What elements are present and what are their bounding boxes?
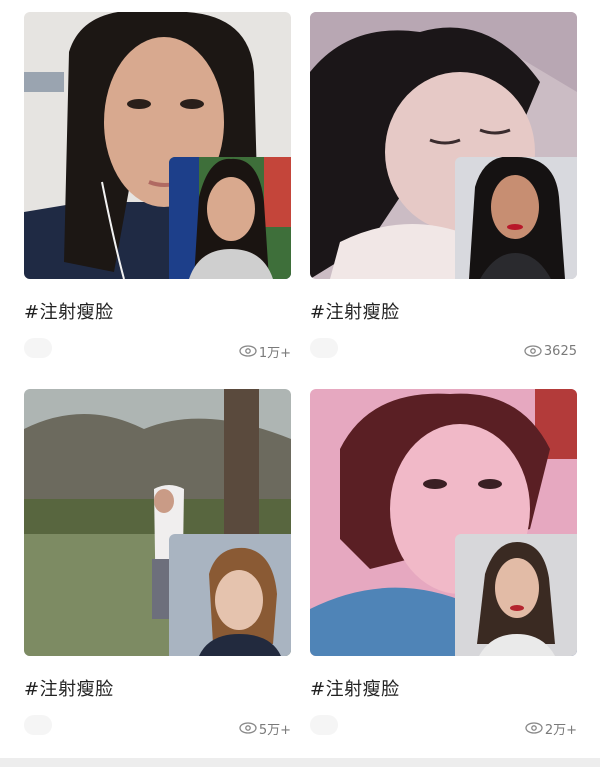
post-cover-photo[interactable]: [310, 389, 577, 656]
view-count: 1万+: [239, 342, 291, 361]
author-avatar[interactable]: [310, 338, 338, 358]
eye-icon: [239, 345, 257, 357]
post-card[interactable]: #注射瘦脸 1万+: [24, 12, 291, 361]
view-count-value: 3625: [543, 343, 577, 359]
bottom-divider: [0, 758, 600, 767]
post-hashtag-title[interactable]: #注射瘦脸: [24, 675, 114, 701]
post-cover-photo[interactable]: [24, 12, 291, 279]
view-count: 2万+: [525, 719, 577, 738]
view-count: 3625: [524, 342, 577, 360]
post-hashtag-title[interactable]: #注射瘦脸: [310, 675, 400, 701]
eye-icon: [524, 345, 542, 357]
post-cover-photo[interactable]: [24, 389, 291, 656]
eye-icon: [525, 722, 543, 734]
author-avatar[interactable]: [310, 715, 338, 735]
post-hashtag-title[interactable]: #注射瘦脸: [310, 298, 400, 324]
eye-icon: [239, 722, 257, 734]
view-count-value: 1万+: [258, 345, 291, 361]
author-avatar[interactable]: [24, 338, 52, 358]
post-hashtag-title[interactable]: #注射瘦脸: [24, 298, 114, 324]
after-photo-inset: [169, 534, 291, 656]
after-photo-inset: [169, 157, 291, 279]
after-photo-inset: [455, 157, 577, 279]
post-card[interactable]: #注射瘦脸 5万+: [24, 389, 291, 738]
after-photo-inset: [455, 534, 577, 656]
post-card[interactable]: #注射瘦脸 2万+: [310, 389, 577, 738]
author-avatar[interactable]: [24, 715, 52, 735]
view-count-value: 5万+: [258, 722, 291, 738]
view-count-value: 2万+: [544, 722, 577, 738]
view-count: 5万+: [239, 719, 291, 738]
post-cover-photo[interactable]: [310, 12, 577, 279]
post-card[interactable]: #注射瘦脸 3625: [310, 12, 577, 359]
feed-grid: #注射瘦脸 1万+ #注射瘦脸 3625 #注射瘦脸 5万+ #注射瘦脸 2万+: [0, 0, 600, 767]
